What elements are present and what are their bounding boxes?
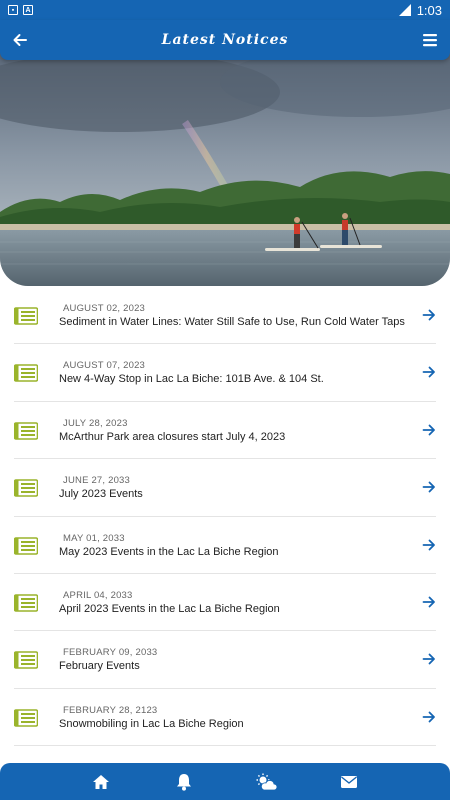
- app-notification-icon: A: [23, 5, 33, 15]
- notice-item[interactable]: JULY 28, 2023 McArthur Park area closures…: [14, 402, 436, 460]
- notice-item[interactable]: AUGUST 07, 2023 New 4-Way Stop in Lac La …: [14, 344, 436, 402]
- arrow-right-icon: [422, 653, 435, 665]
- arrow-right-icon: [422, 596, 435, 608]
- status-bar: ▪ A 1:03: [0, 0, 450, 20]
- bell-icon: [176, 773, 191, 791]
- news-icon: [14, 651, 38, 670]
- notice-title: Sediment in Water Lines: Water Still Saf…: [59, 316, 405, 328]
- news-icon: [14, 594, 38, 612]
- notice-title: May 2023 Events in the Lac La Biche Regi…: [59, 545, 279, 558]
- notice-item[interactable]: AUGUST 02, 2023 Sediment in Water Lines: …: [14, 287, 436, 345]
- notification-icons: ▪ A: [8, 5, 33, 15]
- notice-title: April 2023 Events in the Lac La Biche Re…: [59, 602, 280, 615]
- notice-date: MAY 01, 2033: [63, 532, 125, 544]
- image-notification-icon: ▪: [8, 5, 18, 15]
- notice-date: AUGUST 02, 2023: [63, 303, 146, 314]
- notice-list: AUGUST 02, 2023 Sediment in Water Lines: …: [14, 287, 436, 747]
- status-right: 1:03: [398, 2, 442, 18]
- notice-date: JULY 28, 2023: [63, 417, 128, 429]
- hero-image: [0, 52, 450, 286]
- arrow-right-icon: [422, 424, 435, 436]
- notice-item[interactable]: FEBRUARY 09, 2033 February Events: [14, 631, 436, 689]
- app-bar: Latest Notices: [0, 20, 450, 60]
- signal-icon: [398, 4, 411, 16]
- back-button[interactable]: [10, 30, 30, 50]
- news-icon: [14, 536, 38, 555]
- notice-date: APRIL 04, 2033: [63, 589, 133, 601]
- news-icon: [14, 364, 38, 383]
- mail-icon: [340, 775, 357, 788]
- notice-item[interactable]: MAY 01, 2033 May 2023 Events in the Lac L…: [14, 517, 436, 574]
- clock-text: 1:03: [416, 2, 442, 18]
- arrow-right-icon: [422, 539, 435, 550]
- notice-date: AUGUST 07, 2023: [63, 360, 146, 372]
- notice-date: FEBRUARY 09, 2033: [63, 647, 158, 659]
- bottom-nav: [0, 763, 450, 800]
- nav-weather[interactable]: [254, 770, 278, 794]
- notice-title: February Events: [59, 660, 140, 673]
- page-title: Latest Notices: [161, 32, 289, 48]
- arrow-right-icon: [422, 711, 435, 723]
- news-icon: [14, 307, 38, 325]
- weather-icon: [256, 773, 278, 790]
- notice-item[interactable]: APRIL 04, 2033 April 2023 Events in the L…: [14, 574, 436, 632]
- arrow-right-icon: [422, 481, 435, 493]
- arrow-right-icon: [422, 366, 435, 378]
- news-icon: [14, 708, 38, 727]
- arrow-right-icon: [422, 309, 435, 321]
- nav-notifications[interactable]: [172, 770, 196, 794]
- home-icon: [93, 774, 110, 789]
- news-icon: [14, 479, 38, 497]
- nav-contact[interactable]: [337, 770, 361, 794]
- notice-title: New 4-Way Stop in Lac La Biche: 101B Ave…: [59, 373, 324, 386]
- back-arrow-icon: [13, 34, 27, 46]
- notice-item[interactable]: FEBRUARY 28, 2123 Snowmobiling in Lac La …: [14, 689, 436, 747]
- nav-home[interactable]: [89, 770, 113, 794]
- notice-title: Snowmobiling in Lac La Biche Region: [59, 717, 244, 730]
- news-icon: [14, 421, 38, 440]
- notice-date: JUNE 27, 2033: [63, 475, 131, 487]
- notice-title: July 2023 Events: [59, 488, 143, 501]
- notice-date: FEBRUARY 28, 2123: [63, 704, 158, 716]
- menu-button[interactable]: [420, 30, 440, 50]
- notice-item[interactable]: JUNE 27, 2033 July 2023 Events: [14, 459, 436, 517]
- hamburger-menu-icon: [423, 34, 437, 47]
- notice-title: McArthur Park area closures start July 4…: [59, 430, 286, 443]
